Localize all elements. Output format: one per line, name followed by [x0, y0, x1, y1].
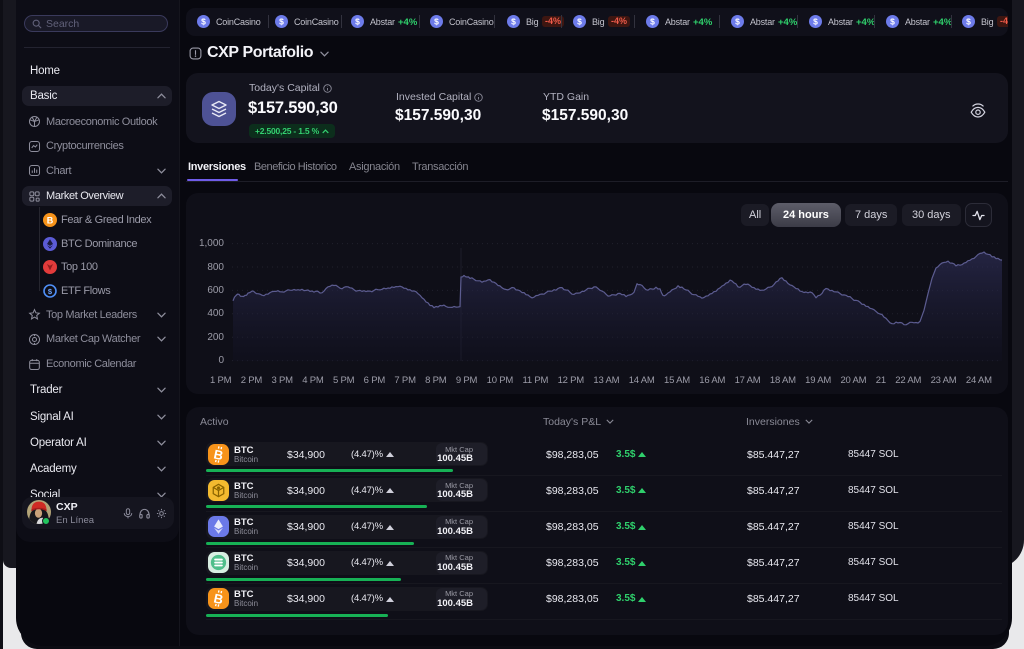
svg-text:$: $: [890, 16, 895, 26]
svg-text:$: $: [279, 16, 284, 26]
svg-text:$: $: [650, 16, 655, 26]
svg-text:$: $: [735, 16, 740, 26]
svg-text:$: $: [355, 16, 360, 26]
svg-text:$: $: [511, 16, 516, 26]
svg-text:$: $: [434, 16, 439, 26]
svg-text:B: B: [47, 215, 54, 225]
svg-text:$: $: [48, 287, 53, 296]
svg-text:$: $: [577, 16, 582, 26]
svg-text:$: $: [966, 16, 971, 26]
svg-text:$: $: [201, 16, 206, 26]
svg-text:$: $: [813, 16, 818, 26]
